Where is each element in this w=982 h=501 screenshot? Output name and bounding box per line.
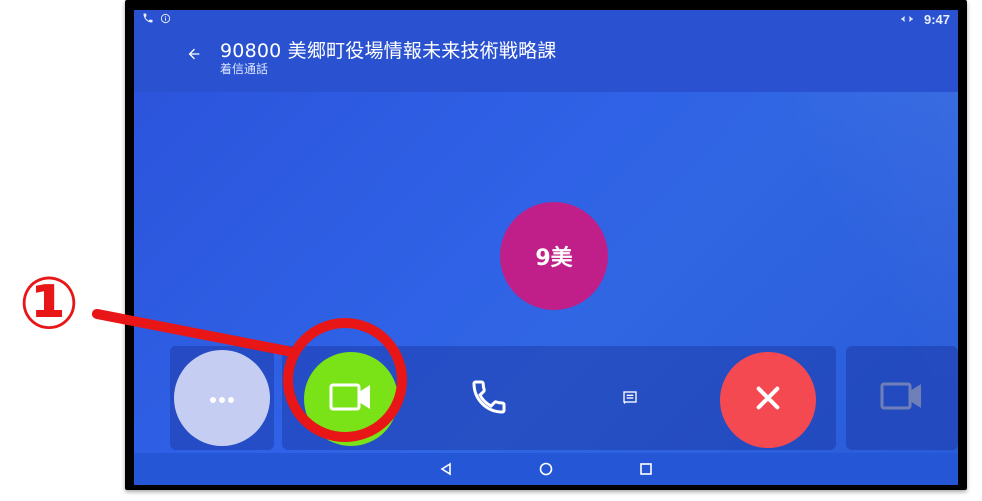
app-bar: 9:47 90800 美郷町役場情報未来技術戦略課 着信通話 [134,10,958,92]
reply-message-button[interactable] [610,380,650,420]
more-horiz-icon [209,389,235,408]
system-nav-bar [134,453,958,485]
annotation-highlight-ring [283,318,407,442]
more-options-button[interactable] [174,350,270,446]
annotation-number-label: ① [18,261,80,345]
message-icon [622,390,638,410]
nav-back-icon[interactable] [436,459,456,479]
video-toggle-button[interactable] [874,376,930,420]
decline-button[interactable] [720,352,816,448]
call-status-icon [142,12,154,27]
nav-home-icon[interactable] [536,459,556,479]
info-icon [160,13,171,27]
status-time: 9:47 [923,12,950,27]
call-status-text: 着信通話 [220,62,269,76]
nav-recents-icon[interactable] [636,459,656,479]
back-arrow-icon[interactable] [184,46,204,66]
videocam-icon [879,382,925,414]
network-icon [900,13,914,27]
answer-audio-button[interactable] [464,374,514,424]
close-icon [752,382,784,418]
phone-icon [469,377,509,421]
call-screen: 9:47 90800 美郷町役場情報未来技術戦略課 着信通話 9美 [134,10,958,485]
status-bar: 9:47 [134,10,958,28]
caller-avatar: 9美 [500,202,608,310]
caller-title: 90800 美郷町役場情報未来技術戦略課 [220,40,557,62]
